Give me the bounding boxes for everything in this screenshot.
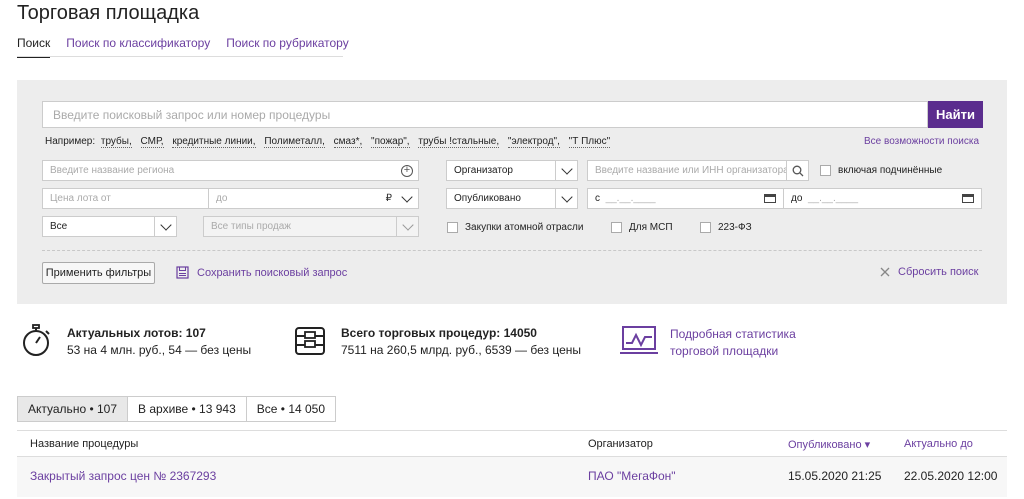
- chevron-down-icon: [396, 217, 418, 236]
- actual-lots-detail: 53 на 4 млн. руб., 54 — без цены: [67, 343, 252, 357]
- example-link[interactable]: Полиметалл,: [264, 136, 325, 148]
- date-type-select[interactable]: Опубликовано: [446, 188, 578, 209]
- organizer-placeholder: Введите название или ИНН организатора: [595, 165, 787, 176]
- sale-types-value: Все типы продаж: [211, 221, 291, 232]
- search-icon[interactable]: [786, 161, 808, 180]
- include-subsidiaries-label: включая подчинённые: [838, 165, 943, 176]
- find-button[interactable]: Найти: [928, 101, 983, 128]
- actual-lots-stat: Актуальных лотов: 107 53 на 4 млн. руб.,…: [67, 325, 251, 359]
- chart-monitor-icon: [620, 326, 658, 354]
- apply-filters-button[interactable]: Применить фильтры: [42, 262, 155, 284]
- fz223-label: 223-ФЗ: [718, 222, 752, 233]
- col-published[interactable]: Опубликовано ▾: [788, 438, 870, 451]
- stopwatch-icon: [23, 324, 50, 356]
- date-from-input[interactable]: с __.__.____: [587, 188, 784, 209]
- total-procedures-detail: 7511 на 260,5 млрд. руб., 6539 — без цен…: [341, 343, 582, 357]
- chevron-down-icon: [555, 161, 577, 180]
- tab-classifier[interactable]: Поиск по классификатору: [66, 36, 210, 58]
- actual-until-date: 22.05.2020 12:00: [904, 469, 998, 483]
- currency-label: ₽: [385, 193, 392, 204]
- include-subsidiaries-checkbox[interactable]: [820, 165, 831, 176]
- detailed-stats-link[interactable]: Подробная статистика торговой площадки: [670, 326, 796, 360]
- example-link[interactable]: смаз*,: [333, 136, 363, 148]
- region-input[interactable]: Введите название региона +: [42, 160, 419, 181]
- msp-label: Для МСП: [629, 222, 673, 233]
- example-link[interactable]: кредитные линии,: [172, 136, 256, 148]
- save-icon: [176, 266, 189, 279]
- table-header: Название процедуры Организатор Опубликов…: [17, 430, 1007, 457]
- detailed-stats-line2: торговой площадки: [670, 344, 779, 358]
- price-to-input[interactable]: до ₽: [208, 188, 419, 209]
- reset-search-label: Сбросить поиск: [898, 266, 979, 278]
- chevron-down-icon: [555, 189, 577, 208]
- status-value: Все: [50, 221, 68, 232]
- col-actual-until[interactable]: Актуально до: [904, 438, 973, 450]
- page-title: Торговая площадка: [17, 2, 200, 24]
- col-procedure-name[interactable]: Название процедуры: [30, 438, 138, 450]
- organizer-input[interactable]: Введите название или ИНН организатора: [587, 160, 809, 181]
- date-from-prefix: с: [595, 193, 600, 204]
- status-segments: Актуально • 107 В архиве • 13 943 Все • …: [17, 396, 337, 422]
- sale-types-select[interactable]: Все типы продаж: [203, 216, 419, 237]
- save-query-label: Сохранить поисковый запрос: [197, 266, 348, 279]
- filters-divider: [42, 250, 982, 251]
- all-search-options-link[interactable]: Все возможности поиска: [864, 136, 979, 147]
- segment-archive[interactable]: В архиве • 13 943: [128, 397, 247, 421]
- segment-all[interactable]: Все • 14 050: [247, 397, 335, 421]
- reset-search-link[interactable]: Сбросить поиск: [880, 266, 978, 278]
- calendar-icon[interactable]: [962, 194, 974, 203]
- example-link[interactable]: "Т Плюс": [568, 136, 611, 148]
- example-link[interactable]: "электрод",: [507, 136, 560, 148]
- actual-lots-title: Актуальных лотов: 107: [67, 326, 206, 340]
- fz223-checkbox[interactable]: [700, 222, 711, 233]
- status-select[interactable]: Все: [42, 216, 177, 237]
- archive-box-icon: [295, 327, 325, 355]
- date-from-mask: __.__.____: [605, 193, 656, 204]
- tab-rubricator[interactable]: Поиск по рубрикатору: [226, 36, 349, 58]
- date-to-prefix: до: [791, 193, 803, 204]
- examples-label: Например:: [45, 136, 96, 147]
- date-to-input[interactable]: до __.__.____: [783, 188, 982, 209]
- chevron-down-icon[interactable]: [396, 189, 418, 208]
- date-to-mask: __.__.____: [807, 193, 859, 204]
- calendar-icon[interactable]: [764, 194, 776, 203]
- published-date: 15.05.2020 21:25: [788, 469, 882, 483]
- organizer-type-select[interactable]: Организатор: [446, 160, 578, 181]
- price-to-placeholder: до: [216, 193, 228, 204]
- total-procedures-title: Всего торговых процедур: 14050: [341, 326, 537, 340]
- plus-circle-icon[interactable]: +: [401, 164, 413, 177]
- msp-checkbox[interactable]: [611, 222, 622, 233]
- procedure-name-link[interactable]: Закрытый запрос цен № 2367293: [30, 469, 216, 483]
- tab-search[interactable]: Поиск: [17, 36, 51, 58]
- search-tabs: Поиск Поиск по классификатору Поиск по р…: [17, 36, 365, 58]
- organizer-link[interactable]: ПАО "МегаФон": [588, 469, 676, 483]
- atomic-label: Закупки атомной отрасли: [465, 222, 584, 233]
- tabs-divider: [17, 56, 343, 57]
- save-query-link[interactable]: Сохранить поисковый запрос: [176, 266, 347, 279]
- example-link[interactable]: "пожар",: [371, 136, 410, 148]
- atomic-checkbox[interactable]: [447, 222, 458, 233]
- total-procedures-stat: Всего торговых процедур: 14050 7511 на 2…: [341, 325, 581, 359]
- col-organizer[interactable]: Организатор: [588, 438, 653, 450]
- example-link[interactable]: трубы,: [100, 136, 132, 148]
- table-row[interactable]: Закрытый запрос цен № 2367293 ПАО "МегаФ…: [17, 457, 1007, 497]
- date-type-value: Опубликовано: [454, 193, 521, 204]
- chevron-down-icon: [154, 217, 176, 236]
- search-input[interactable]: Введите поисковый запрос или номер проце…: [42, 101, 928, 128]
- region-placeholder: Введите название региона: [50, 165, 175, 176]
- price-from-input[interactable]: Цена лота от: [42, 188, 209, 209]
- search-examples: Например: трубы, СМР, кредитные линии, П…: [45, 136, 616, 148]
- detailed-stats-line1: Подробная статистика: [670, 327, 796, 341]
- close-icon: [880, 267, 890, 277]
- segment-actual[interactable]: Актуально • 107: [18, 397, 129, 421]
- organizer-type-value: Организатор: [454, 165, 513, 176]
- example-link[interactable]: трубы !стальные,: [418, 136, 500, 148]
- example-link[interactable]: СМР,: [140, 136, 164, 148]
